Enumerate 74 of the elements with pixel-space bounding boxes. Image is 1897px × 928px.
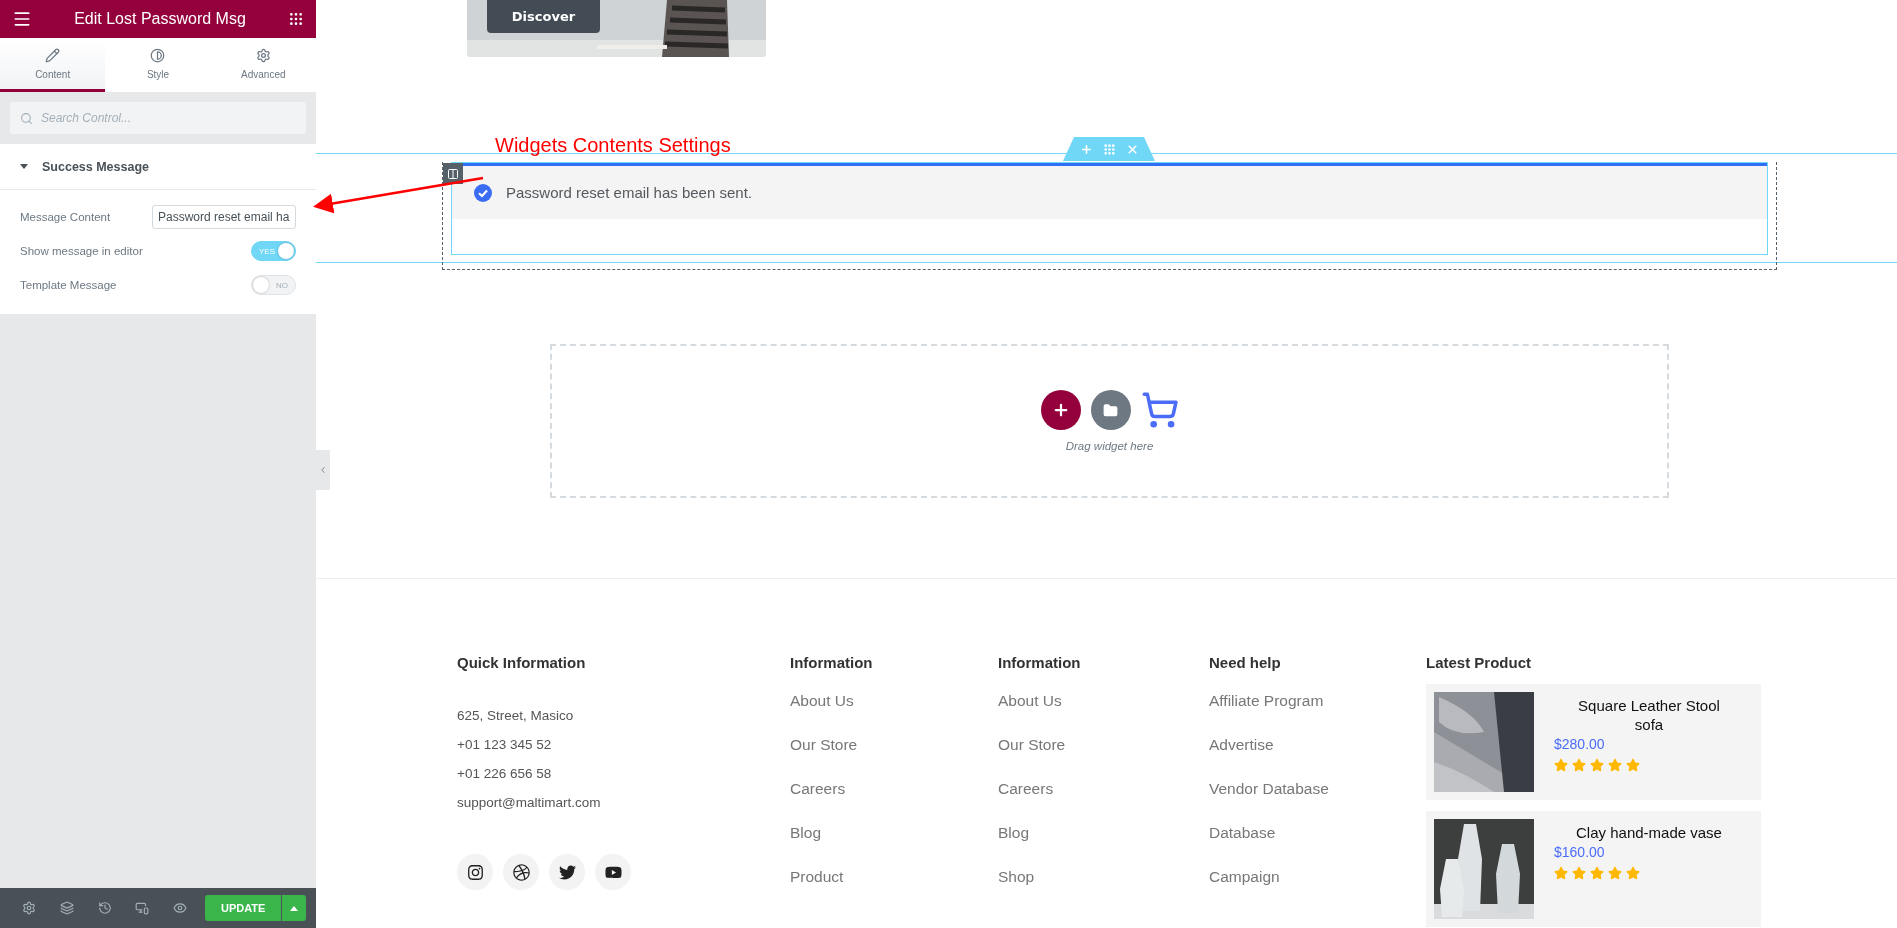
footer-link[interactable]: Affiliate Program xyxy=(1209,692,1426,736)
twitter-icon[interactable] xyxy=(549,854,585,890)
dribbble-icon[interactable] xyxy=(503,854,539,890)
contrast-icon xyxy=(150,47,166,63)
product-name[interactable]: Square Leather Stool sofa xyxy=(1574,696,1724,734)
search-field[interactable]: Search Control... xyxy=(10,102,306,134)
panel-title: Edit Lost Password Msg xyxy=(74,10,246,28)
footer-link[interactable]: Blog xyxy=(790,824,998,868)
add-icon[interactable] xyxy=(1079,142,1093,156)
footer-heading: Quick Information xyxy=(457,654,587,673)
star-icon xyxy=(1590,866,1604,880)
menu-icon[interactable] xyxy=(12,9,32,29)
cart-icon[interactable] xyxy=(1140,391,1179,429)
update-button[interactable]: UPDATE xyxy=(205,895,282,921)
star-icon xyxy=(1626,758,1640,772)
control-label: Show message in editor xyxy=(20,245,143,257)
footer-link[interactable]: Vendor Database xyxy=(1209,780,1426,824)
message-text: Password reset email has been sent. xyxy=(506,184,752,201)
discover-button[interactable]: Discover xyxy=(487,0,600,33)
star-icon xyxy=(1554,866,1568,880)
footer-heading: Information xyxy=(998,654,1082,673)
footer-link[interactable]: Careers xyxy=(998,780,1209,824)
collapse-handle[interactable] xyxy=(316,450,330,490)
folder-icon xyxy=(1103,402,1118,418)
star-icon xyxy=(1626,866,1640,880)
footer-heading: Latest Product xyxy=(1426,654,1532,673)
star-icon xyxy=(1608,866,1622,880)
footer-heading: Need help xyxy=(1209,654,1282,673)
drop-hint: Drag widget here xyxy=(1065,440,1154,452)
drop-zone[interactable]: Drag widget here xyxy=(550,344,1669,498)
drag-icon[interactable] xyxy=(1102,142,1116,156)
product-price: $160.00 xyxy=(1554,844,1606,860)
contact-line: +01 123 345 52 xyxy=(457,737,553,754)
close-icon[interactable] xyxy=(1125,142,1139,156)
star-icon xyxy=(1590,758,1604,772)
gear-icon xyxy=(255,47,271,63)
star-icon xyxy=(1608,758,1622,772)
product-price: $280.00 xyxy=(1554,736,1606,752)
folder-button[interactable] xyxy=(1090,390,1131,430)
annotation-text: Widgets Contents Settings xyxy=(495,134,731,157)
footer-link[interactable]: Our Store xyxy=(998,736,1209,780)
star-icon xyxy=(1572,866,1586,880)
footer-link[interactable]: Advertise xyxy=(1209,736,1426,780)
caret-icon xyxy=(290,905,299,911)
youtube-icon[interactable] xyxy=(595,854,631,890)
footer-link[interactable]: Careers xyxy=(790,780,998,824)
footer-link[interactable]: Blog xyxy=(998,824,1209,868)
star-icon xyxy=(1572,758,1586,772)
product-card[interactable]: Square Leather Stool sofa $280.00 xyxy=(1426,684,1761,800)
product-name[interactable]: Clay hand-made vase xyxy=(1574,823,1724,842)
footer-link[interactable]: About Us xyxy=(790,692,998,736)
control-label: Message Content xyxy=(20,211,111,223)
footer-link[interactable]: Database xyxy=(1209,824,1426,868)
star-icon xyxy=(1554,758,1568,772)
text-input[interactable]: Password reset email ha xyxy=(152,205,296,229)
check-circle-icon xyxy=(474,183,492,202)
control-label: Template Message xyxy=(20,279,117,291)
footer-link[interactable]: Our Store xyxy=(790,736,998,780)
search-icon xyxy=(20,112,33,125)
instagram-icon[interactable] xyxy=(457,854,493,890)
add-button[interactable] xyxy=(1040,390,1081,430)
contact-line: +01 226 656 58 xyxy=(457,766,553,783)
caret-button[interactable] xyxy=(282,895,306,921)
caret-icon xyxy=(20,164,28,169)
pencil-icon xyxy=(45,47,61,63)
footer-link[interactable]: Campaign xyxy=(1209,868,1426,912)
grid-icon[interactable] xyxy=(288,11,304,27)
footer-link[interactable]: Product xyxy=(790,868,998,912)
contact-line: support@maltimart.com xyxy=(457,795,602,812)
footer-heading: Information xyxy=(790,654,874,673)
product-card[interactable]: Clay hand-made vase $160.00 xyxy=(1426,811,1761,927)
footer-link[interactable]: Shop xyxy=(998,868,1209,912)
contact-line: 625, Street, Masico xyxy=(457,708,575,725)
footer-link[interactable]: About Us xyxy=(998,692,1209,736)
